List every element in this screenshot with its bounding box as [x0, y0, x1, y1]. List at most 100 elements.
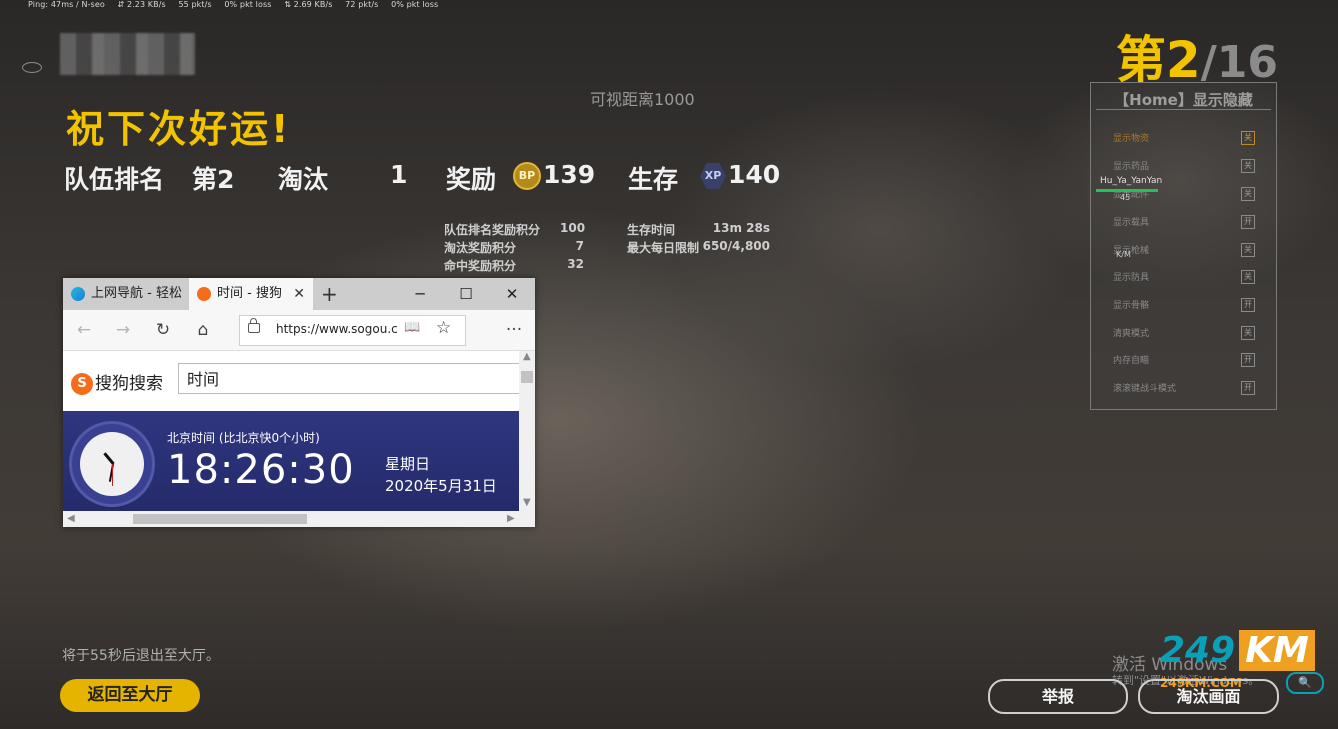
analog-clock-icon — [69, 421, 155, 507]
panel-item[interactable]: 滚滚键战斗模式 开 — [1113, 381, 1273, 395]
close-window-button[interactable]: ✕ — [489, 278, 535, 310]
address-bar[interactable]: https://www.sogou.com 📖 ☆ — [239, 315, 466, 346]
xp-icon: XP — [700, 163, 726, 189]
tab-bar: 上网导航 - 轻松 时间 - 搜狗 ✕ + ─ ☐ ✕ — [63, 278, 535, 310]
rank-place: 第2 — [1115, 31, 1201, 89]
browser-window: 上网导航 - 轻松 时间 - 搜狗 ✕ + ─ ☐ ✕ ← → ↻ ⌂ http… — [63, 278, 535, 527]
tab-close-icon[interactable]: ✕ — [293, 278, 305, 310]
forward-button[interactable]: → — [112, 319, 134, 341]
scroll-up-icon[interactable]: ▲ — [523, 351, 531, 362]
search-input[interactable]: 时间 — [178, 363, 519, 394]
panel-item[interactable]: 显示防具 关 — [1113, 270, 1273, 284]
panel-item-label: 滚滚键战斗模式 — [1113, 384, 1177, 394]
browser-tab-navigation[interactable]: 上网导航 - 轻松 — [63, 278, 187, 310]
refresh-button[interactable]: ↻ — [152, 319, 174, 341]
horizontal-scrollbar[interactable]: ◀ ▶ — [63, 511, 535, 527]
download-rate: ⇵ 2.23 KB/s — [117, 0, 166, 9]
sogou-logo-icon: S — [71, 373, 93, 395]
exit-countdown: 将于55秒后退出至大厅。 — [62, 648, 220, 664]
rank-total: /16 — [1200, 37, 1278, 88]
panel-toggle[interactable]: 开 — [1241, 215, 1255, 229]
panel-item[interactable]: 显示物资 关 — [1113, 131, 1273, 145]
favorite-star-icon[interactable]: ☆ — [436, 318, 451, 338]
kill-bonus-value: 7 — [575, 239, 584, 253]
spectate-button[interactable]: 淘汰画面 — [1138, 679, 1279, 714]
panel-item[interactable]: 显示枪械关 — [1113, 243, 1273, 257]
reward-label: 奖励 — [446, 165, 497, 194]
new-tab-button[interactable]: + — [321, 278, 338, 310]
panel-item-label: 显示物资 — [1113, 134, 1150, 144]
daily-limit-value: 650/4,800 — [702, 239, 770, 253]
panel-item[interactable]: 显示药品 关 — [1113, 159, 1273, 173]
kills-label: 淘汰 — [278, 165, 329, 194]
overlay-settings-panel: 【Home】显示隐藏 显示物资关 显示药品关 显示配件关 显示载具开 显示枪械关… — [1090, 82, 1277, 410]
xp-value: 140 — [728, 160, 781, 189]
upload-rate: ⇅ 2.69 KB/s — [284, 0, 333, 9]
time-card: 北京时间 (比北京快0个小时) 18:26:30 星期日 2020年5月31日 — [63, 411, 519, 511]
maximize-button[interactable]: ☐ — [443, 278, 489, 310]
bp-value: 139 — [543, 160, 596, 189]
blurred-player-name — [60, 33, 195, 75]
panel-item[interactable]: 清爽模式 关 — [1113, 326, 1273, 340]
watermark-km: KM — [1239, 630, 1315, 671]
hit-bonus-label: 命中奖励积分 — [444, 259, 517, 273]
player-name: Hu_Ya_YanYan — [1100, 176, 1163, 186]
player-weapon: K/M — [1116, 250, 1131, 259]
player-level: 45 — [1120, 193, 1131, 202]
panel-toggle[interactable]: 开 — [1241, 381, 1255, 395]
view-distance: 可视距离1000 — [590, 90, 695, 109]
survive-time-value: 13m 28s — [712, 221, 770, 235]
second-hand — [112, 464, 113, 486]
more-menu-button[interactable]: ··· — [503, 319, 525, 341]
panel-item[interactable]: 显示骨骼 开 — [1113, 298, 1273, 312]
report-button[interactable]: 举报 — [988, 679, 1128, 714]
rank-bonus-value: 100 — [560, 221, 586, 235]
lock-icon — [248, 318, 260, 333]
panel-title: 【Home】显示隐藏 — [1114, 91, 1253, 109]
panel-toggle[interactable]: 关 — [1241, 187, 1255, 201]
panel-item-label: 显示防具 — [1113, 273, 1150, 283]
panel-item[interactable]: 显示载具 开 — [1113, 215, 1273, 229]
team-rank-label: 队伍排名 — [64, 165, 165, 194]
panel-toggle[interactable]: 关 — [1241, 159, 1255, 173]
upload-pkts: 72 pkt/s — [345, 0, 379, 9]
home-button[interactable]: ⌂ — [192, 319, 214, 341]
scroll-down-icon[interactable]: ▼ — [523, 497, 531, 508]
watermark-number: 249 — [1160, 630, 1236, 671]
vertical-scrollbar[interactable]: ▲ ▼ — [519, 351, 535, 511]
panel-item-label: 显示骨骼 — [1113, 301, 1150, 311]
sogou-logo[interactable]: S 搜狗搜索 — [71, 369, 163, 395]
vertical-scroll-thumb[interactable] — [521, 371, 533, 383]
page-content: S 搜狗搜索 时间 北京时间 (比北京快0个小时) 18:26:30 星期日 20… — [63, 351, 519, 511]
panel-toggle[interactable]: 关 — [1241, 243, 1255, 257]
panel-toggle[interactable]: 开 — [1241, 298, 1255, 312]
url-text[interactable]: https://www.sogou.com — [276, 322, 398, 336]
minimize-button[interactable]: ─ — [397, 278, 443, 310]
panel-item[interactable]: 内存自瞄 开 — [1113, 353, 1273, 367]
xp-reward: XP 140 — [700, 160, 780, 189]
reading-view-icon[interactable]: 📖 — [404, 320, 420, 335]
edge-icon — [71, 286, 85, 301]
download-pkts: 55 pkt/s — [178, 0, 212, 9]
eye-icon[interactable] — [22, 62, 42, 73]
bp-coin-icon: BP — [513, 162, 541, 190]
back-button[interactable]: ← — [73, 319, 95, 341]
tab-title: 上网导航 - 轻松 — [91, 286, 182, 301]
clock-face — [80, 432, 144, 496]
rank-bonus-label: 队伍排名奖励积分 — [444, 223, 541, 237]
browser-tab-sogou-time[interactable]: 时间 - 搜狗 ✕ — [189, 278, 313, 310]
navigation-bar: ← → ↻ ⌂ https://www.sogou.com 📖 ☆ ··· — [63, 310, 535, 351]
panel-toggle[interactable]: 关 — [1241, 326, 1255, 340]
panel-item-label: 清爽模式 — [1113, 329, 1150, 339]
back-to-lobby-button[interactable]: 返回至大厅 — [60, 679, 200, 712]
panel-toggle[interactable]: 开 — [1241, 353, 1255, 367]
player-health-bar — [1096, 189, 1158, 192]
panel-toggle[interactable]: 关 — [1241, 270, 1255, 284]
panel-item-label: 显示药品 — [1113, 162, 1150, 172]
panel-toggle[interactable]: 关 — [1241, 131, 1255, 145]
scroll-right-icon[interactable]: ▶ — [507, 513, 515, 524]
panel-divider — [1096, 109, 1271, 110]
team-rank-value: 第2 — [192, 165, 235, 194]
horizontal-scroll-thumb[interactable] — [133, 514, 307, 524]
scroll-left-icon[interactable]: ◀ — [67, 513, 75, 524]
